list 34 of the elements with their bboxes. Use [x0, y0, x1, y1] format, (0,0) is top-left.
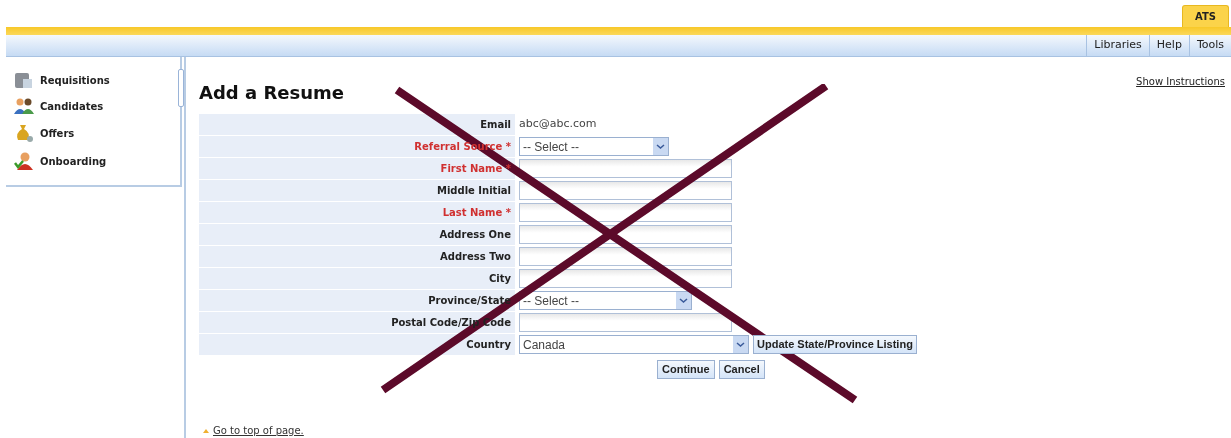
sidebar-link[interactable]: Candidates: [40, 98, 104, 114]
field-label: First Name *: [440, 162, 511, 176]
select-field[interactable]: -- Select --: [519, 137, 669, 156]
field-label: Country: [466, 338, 511, 352]
field-label: Address One: [439, 228, 511, 242]
field-label: Email: [480, 118, 511, 132]
field-label: City: [488, 272, 511, 286]
sidebar-link[interactable]: Offers: [40, 125, 75, 141]
update-listing-button[interactable]: Update State/Province Listing: [753, 335, 917, 354]
folder-icon: [14, 71, 34, 89]
page-title: Add a Resume: [199, 81, 344, 105]
money-bag-icon: [14, 123, 34, 143]
select-field[interactable]: -- Select --: [519, 291, 692, 310]
person-icon: [14, 151, 34, 171]
form-button[interactable]: Cancel: [718, 360, 765, 379]
form-button[interactable]: Continue: [657, 360, 715, 379]
sidebar-link[interactable]: Onboarding: [40, 153, 107, 169]
input-field[interactable]: [519, 313, 732, 332]
show-instructions-link[interactable]: Show Instructions: [1136, 74, 1225, 89]
field-label: Last Name *: [442, 206, 511, 220]
menu-item[interactable]: Tools: [1188, 35, 1231, 56]
app-tab[interactable]: ATS: [1182, 5, 1229, 27]
top-of-page-link[interactable]: Go to top of page.: [213, 423, 304, 438]
field-label: Middle Initial: [436, 184, 511, 198]
up-arrow-icon: [203, 428, 209, 433]
people-icon: [14, 97, 34, 115]
input-field[interactable]: [519, 159, 732, 178]
menu-item[interactable]: Libraries: [1086, 35, 1149, 56]
menu-item[interactable]: Help: [1148, 35, 1189, 56]
field-label: Address Two: [440, 250, 511, 264]
email-value: abc@abc.com: [519, 116, 597, 133]
sidebar-link[interactable]: Requisitions: [40, 72, 110, 88]
select-field[interactable]: Canada: [519, 335, 749, 354]
collapse-handle[interactable]: [178, 69, 184, 107]
